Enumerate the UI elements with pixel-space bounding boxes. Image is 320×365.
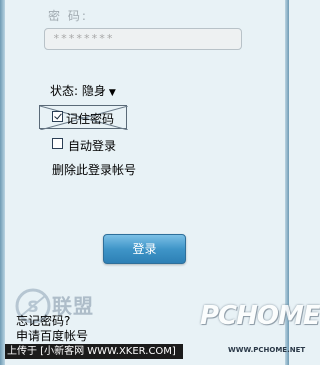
- apply-account-link[interactable]: 申请百度帐号: [16, 327, 88, 344]
- auto-login-label[interactable]: 自动登录: [68, 137, 116, 154]
- delete-account-link[interactable]: 删除此登录帐号: [52, 161, 136, 178]
- pchome-watermark-url: WWW.PCHOME.NET: [228, 346, 306, 354]
- password-label: 密 码:: [48, 9, 88, 23]
- upload-watermark-bar: 上传于 [小新客网 WWW.XKER.COM]: [5, 344, 183, 359]
- remember-password-label[interactable]: 记住密码: [66, 110, 114, 127]
- auto-login-checkbox[interactable]: [52, 138, 63, 149]
- window-frame-left: [0, 0, 5, 365]
- pchome-watermark-logo: PCHOME: [200, 301, 320, 331]
- login-button[interactable]: 登录: [103, 234, 186, 264]
- status-label: 状态: 隐身: [50, 84, 106, 98]
- password-input[interactable]: ********: [44, 28, 242, 50]
- status-selector[interactable]: 状态: 隐身 ▼: [50, 82, 116, 99]
- chevron-down-icon: ▼: [108, 88, 116, 98]
- remember-password-checkbox[interactable]: [52, 111, 63, 122]
